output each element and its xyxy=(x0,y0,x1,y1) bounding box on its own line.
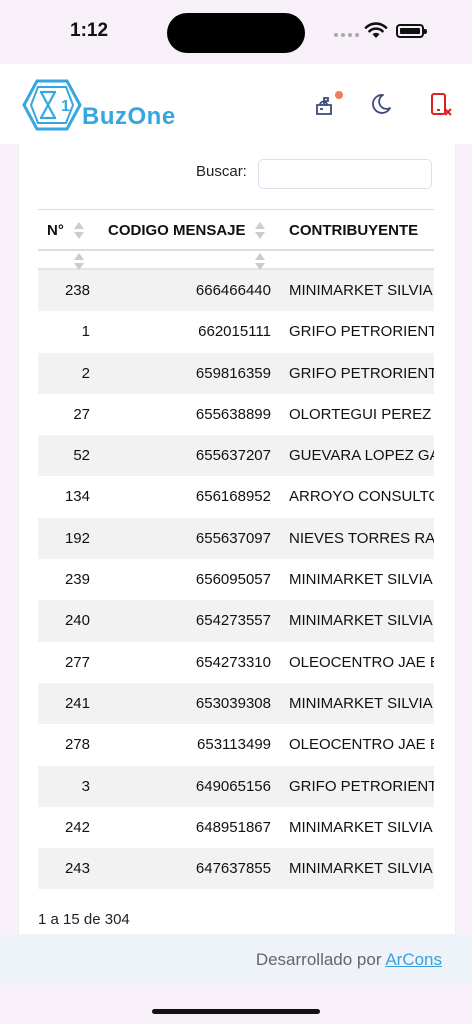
footer-credit: Desarrollado por ArCons xyxy=(256,950,442,970)
cell-num: 242 xyxy=(64,818,90,836)
app-header: 1 BuzOne xyxy=(0,64,472,144)
svg-text:1: 1 xyxy=(61,98,70,115)
notification-dot xyxy=(335,91,343,99)
device-close-icon[interactable] xyxy=(430,92,454,118)
sort-code-icon[interactable] xyxy=(255,222,265,240)
cell-code: 654273557 xyxy=(195,612,271,630)
cell-code: 654273310 xyxy=(195,653,271,671)
table-row[interactable]: 238 666466440 MINIMARKET SILVIA E xyxy=(38,270,434,312)
cell-contribuyente: MINIMARKET SILVIA E xyxy=(289,571,434,589)
table-row[interactable]: 192 655637097 NIEVES TORRES RAU xyxy=(38,517,434,560)
hourglass-logo-icon: 1 xyxy=(22,79,82,131)
cell-num: 134 xyxy=(64,488,90,506)
cell-code: 653039308 xyxy=(195,694,271,712)
messages-table: N° CODIGO MENSAJE CONTRIBUYENTE 238 66646… xyxy=(38,209,434,891)
cell-contribuyente: ARROYO CONSULTO xyxy=(289,488,434,506)
cell-code: 648951867 xyxy=(195,818,271,836)
cell-contribuyente: OLORTEGUI PEREZ F xyxy=(289,405,434,423)
dynamic-island xyxy=(167,13,305,53)
table-row[interactable]: 240 654273557 MINIMARKET SILVIA E xyxy=(38,600,434,642)
brand-name: BuzOne xyxy=(82,103,176,130)
column-header-num[interactable]: N° xyxy=(47,222,64,239)
cell-num: 238 xyxy=(64,282,90,299)
mailbox-icon[interactable] xyxy=(313,93,337,117)
cell-contribuyente: GRIFO PETRORIENTE xyxy=(289,323,434,341)
table-header: N° CODIGO MENSAJE CONTRIBUYENTE xyxy=(38,209,434,251)
pagination-info: 1 a 15 de 304 xyxy=(38,911,130,928)
cell-code: 653113499 xyxy=(197,736,271,754)
cell-num: 243 xyxy=(64,860,90,878)
cell-contribuyente: GRIFO PETRORIENTE xyxy=(289,777,434,795)
cell-contribuyente: OLEOCENTRO JAE E xyxy=(289,736,434,754)
cell-code: 649065156 xyxy=(195,777,271,795)
cell-contribuyente: MINIMARKET SILVIA E xyxy=(289,282,434,299)
cell-num: 241 xyxy=(64,694,90,712)
sort-num-icon[interactable] xyxy=(74,222,84,240)
cell-num: 3 xyxy=(81,777,90,795)
home-indicator[interactable] xyxy=(152,1009,320,1014)
status-bar: 1:12 xyxy=(0,0,472,64)
wifi-icon xyxy=(364,22,388,38)
cell-num: 192 xyxy=(64,529,90,547)
cell-num: 27 xyxy=(73,405,90,423)
moon-icon[interactable] xyxy=(370,93,392,115)
cell-num: 2 xyxy=(81,364,90,382)
cell-contribuyente: OLEOCENTRO JAE E xyxy=(289,653,434,671)
table-row[interactable]: 277 654273310 OLEOCENTRO JAE E xyxy=(38,642,434,683)
cell-num: 1 xyxy=(81,323,90,341)
table-row[interactable]: 52 655637207 GUEVARA LOPEZ GA xyxy=(38,435,434,477)
cell-contribuyente: MINIMARKET SILVIA E xyxy=(289,694,434,712)
cell-num: 277 xyxy=(64,653,90,671)
cell-code: 659816359 xyxy=(195,364,271,382)
table-body: 238 666466440 MINIMARKET SILVIA E 1 66201511… xyxy=(38,270,434,890)
cell-num: 240 xyxy=(64,612,90,630)
footer: Desarrollado por ArCons xyxy=(0,934,472,986)
arcons-link[interactable]: ArCons xyxy=(385,950,442,969)
cell-code: 656095057 xyxy=(195,571,271,589)
table-filter-row xyxy=(38,251,434,270)
cell-num: 239 xyxy=(64,571,90,589)
cell-contribuyente: MINIMARKET SILVIA E xyxy=(289,612,434,630)
cell-code: 662015111 xyxy=(198,323,271,341)
cell-contribuyente: GUEVARA LOPEZ GA xyxy=(289,447,434,465)
cell-code: 666466440 xyxy=(195,282,271,299)
cell-contribuyente: NIEVES TORRES RAU xyxy=(289,529,434,547)
table-row[interactable]: 27 655638899 OLORTEGUI PEREZ F xyxy=(38,394,434,435)
status-time: 1:12 xyxy=(70,20,109,41)
table-row[interactable]: 2 659816359 GRIFO PETRORIENTE xyxy=(38,352,434,394)
table-row[interactable]: 242 648951867 MINIMARKET SILVIA E xyxy=(38,807,434,848)
column-header-code[interactable]: CODIGO MENSAJE xyxy=(108,222,246,239)
column-header-contribuyente[interactable]: CONTRIBUYENTE xyxy=(289,222,418,239)
table-row[interactable]: 1 662015111 GRIFO PETRORIENTE xyxy=(38,311,434,352)
cell-code: 656168952 xyxy=(195,488,271,506)
cell-code: 655637207 xyxy=(195,447,271,465)
table-row[interactable]: 241 653039308 MINIMARKET SILVIA E xyxy=(38,682,434,725)
battery-icon xyxy=(396,24,427,38)
table-row[interactable]: 134 656168952 ARROYO CONSULTO xyxy=(38,476,434,517)
table-row[interactable]: 278 653113499 OLEOCENTRO JAE E xyxy=(38,724,434,765)
cell-num: 278 xyxy=(64,736,90,754)
table-row[interactable]: 3 649065156 GRIFO PETRORIENTE xyxy=(38,765,434,807)
footer-credit-text: Desarrollado por xyxy=(255,950,382,969)
search-input[interactable] xyxy=(258,159,432,189)
cell-num: 52 xyxy=(73,447,90,465)
cell-code: 647637855 xyxy=(195,860,271,878)
cell-contribuyente: GRIFO PETRORIENTE xyxy=(289,364,434,382)
cell-contribuyente: MINIMARKET SILVIA E xyxy=(289,818,434,836)
table-row[interactable]: 239 656095057 MINIMARKET SILVIA E xyxy=(38,559,434,600)
cellular-signal-icon xyxy=(334,33,359,37)
search-label: Buscar: xyxy=(196,163,247,180)
sort-code-secondary-icon[interactable] xyxy=(255,253,265,271)
cell-contribuyente: MINIMARKET SILVIA E xyxy=(289,860,434,878)
cell-code: 655638899 xyxy=(195,405,271,423)
table-row[interactable]: 243 647637855 MINIMARKET SILVIA E xyxy=(38,848,434,890)
sort-num-secondary-icon[interactable] xyxy=(74,253,84,271)
cell-code: 655637097 xyxy=(195,529,271,547)
